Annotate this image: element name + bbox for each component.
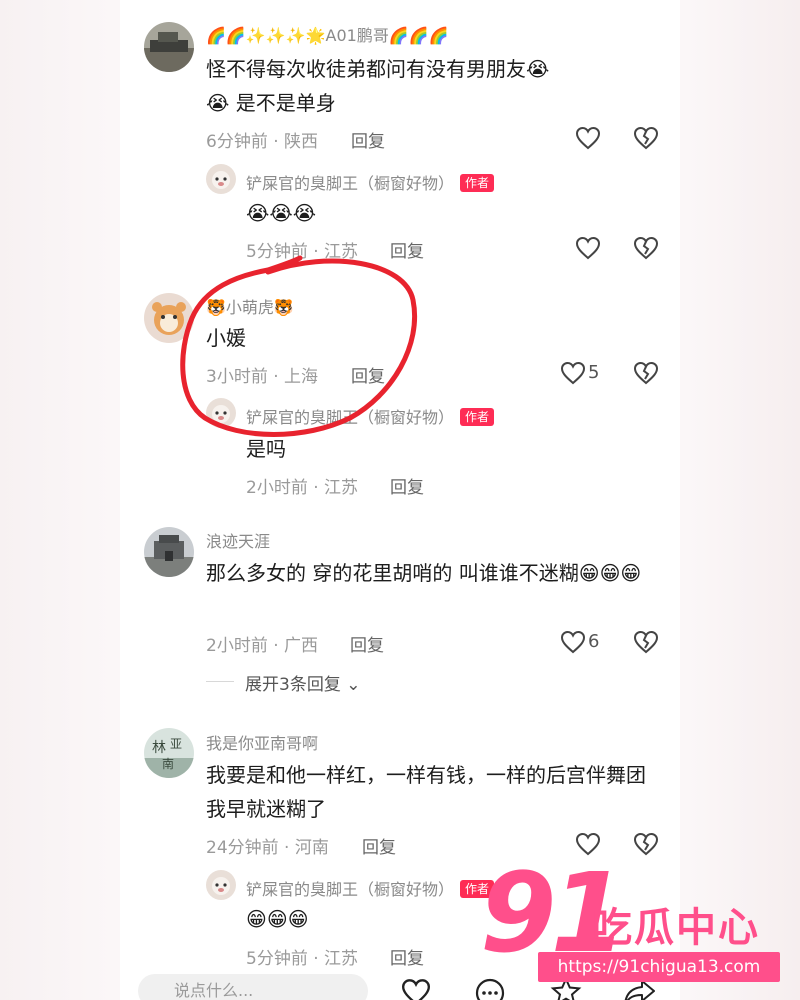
expand-divider — [206, 681, 234, 682]
reply-username-text[interactable]: 铲屎官的臭脚王（橱窗好物） — [246, 880, 454, 899]
comment-input[interactable]: 说点什么... — [138, 974, 368, 1000]
like-icon[interactable] — [560, 361, 586, 385]
reply-button[interactable]: 回复 — [362, 833, 396, 858]
watermark-url: https://91chigua13.com — [538, 952, 780, 982]
comment-meta: 24分钟前 · 河南 — [206, 838, 329, 858]
reply-button[interactable]: 回复 — [390, 473, 424, 498]
comment-meta: 2小时前 · 广西 — [206, 636, 319, 656]
avatar[interactable] — [144, 293, 194, 343]
dislike-icon[interactable] — [633, 832, 659, 856]
dislike-icon[interactable] — [633, 361, 659, 385]
comment-text: 怪不得每次收徒弟都问有没有男朋友😭😭 是不是单身 — [206, 57, 550, 115]
reply-username[interactable]: 铲屎官的臭脚王（橱窗好物） 作者 — [246, 404, 495, 428]
reply-username[interactable]: 铲屎官的臭脚王（橱窗好物） 作者 — [246, 170, 495, 194]
dislike-icon[interactable] — [633, 630, 659, 654]
author-badge: 作者 — [460, 174, 495, 192]
comment-meta: 6分钟前 · 陕西 — [206, 132, 319, 152]
reply-username-text[interactable]: 铲屎官的臭脚王（橱窗好物） — [246, 174, 454, 193]
avatar[interactable] — [144, 527, 194, 577]
comment-username[interactable]: 浪迹天涯 — [206, 528, 270, 552]
like-icon[interactable] — [575, 236, 601, 260]
author-badge: 作者 — [460, 408, 495, 426]
dislike-icon[interactable] — [633, 236, 659, 260]
comment-meta: 3小时前 · 上海 — [206, 367, 319, 387]
expand-replies-button[interactable]: 展开3条回复 ⌄ — [245, 670, 360, 695]
reply-text: 是吗 — [246, 437, 286, 461]
reply-button[interactable]: 回复 — [351, 127, 385, 152]
like-icon[interactable] — [400, 978, 432, 1000]
chevron-down-icon: ⌄ — [346, 675, 361, 695]
dislike-icon[interactable] — [633, 126, 659, 150]
reply-avatar[interactable] — [206, 398, 236, 428]
reply-username-text[interactable]: 铲屎官的臭脚王（橱窗好物） — [246, 408, 454, 427]
comment-text: 小媛 — [206, 326, 246, 350]
avatar[interactable]: 林亚南 — [144, 728, 194, 778]
like-count: 5 — [588, 362, 600, 383]
avatar[interactable] — [144, 22, 194, 72]
reply-button[interactable]: 回复 — [390, 237, 424, 262]
like-icon[interactable] — [560, 630, 586, 654]
comment-username[interactable]: 🐯小萌虎🐯 — [206, 294, 294, 318]
reply-username[interactable]: 铲屎官的臭脚王（橱窗好物） 作者 — [246, 876, 495, 900]
like-count: 6 — [588, 631, 600, 652]
reply-meta: 2小时前 · 江苏 — [246, 478, 359, 498]
comment-icon[interactable] — [474, 978, 506, 1000]
reply-button[interactable]: 回复 — [350, 631, 384, 656]
reply-avatar[interactable] — [206, 164, 236, 194]
reply-button[interactable]: 回复 — [351, 362, 385, 387]
expand-replies-label[interactable]: 展开3条回复 — [245, 675, 341, 695]
svg-text:南: 南 — [162, 756, 174, 771]
comment-text: 那么多女的 穿的花里胡哨的 叫谁谁不迷糊😁😁😁 — [206, 561, 642, 585]
like-icon[interactable] — [575, 126, 601, 150]
watermark-logo-name: 吃瓜中心 — [592, 905, 760, 951]
svg-text:亚: 亚 — [170, 737, 182, 751]
reply-avatar[interactable] — [206, 870, 236, 900]
comment-username[interactable]: 我是你亚南哥啊 — [206, 730, 318, 754]
reply-meta: 5分钟前 · 江苏 — [246, 242, 359, 262]
comment-username[interactable]: 🌈🌈✨✨✨🌟A01鹏哥🌈🌈🌈 — [206, 22, 449, 46]
comment-text: 我要是和他一样红，一样有钱，一样的后宫伴舞团我早就迷糊了 — [206, 763, 646, 821]
svg-text:林: 林 — [152, 740, 166, 756]
reply-text: 😭😭😭 — [246, 201, 317, 225]
